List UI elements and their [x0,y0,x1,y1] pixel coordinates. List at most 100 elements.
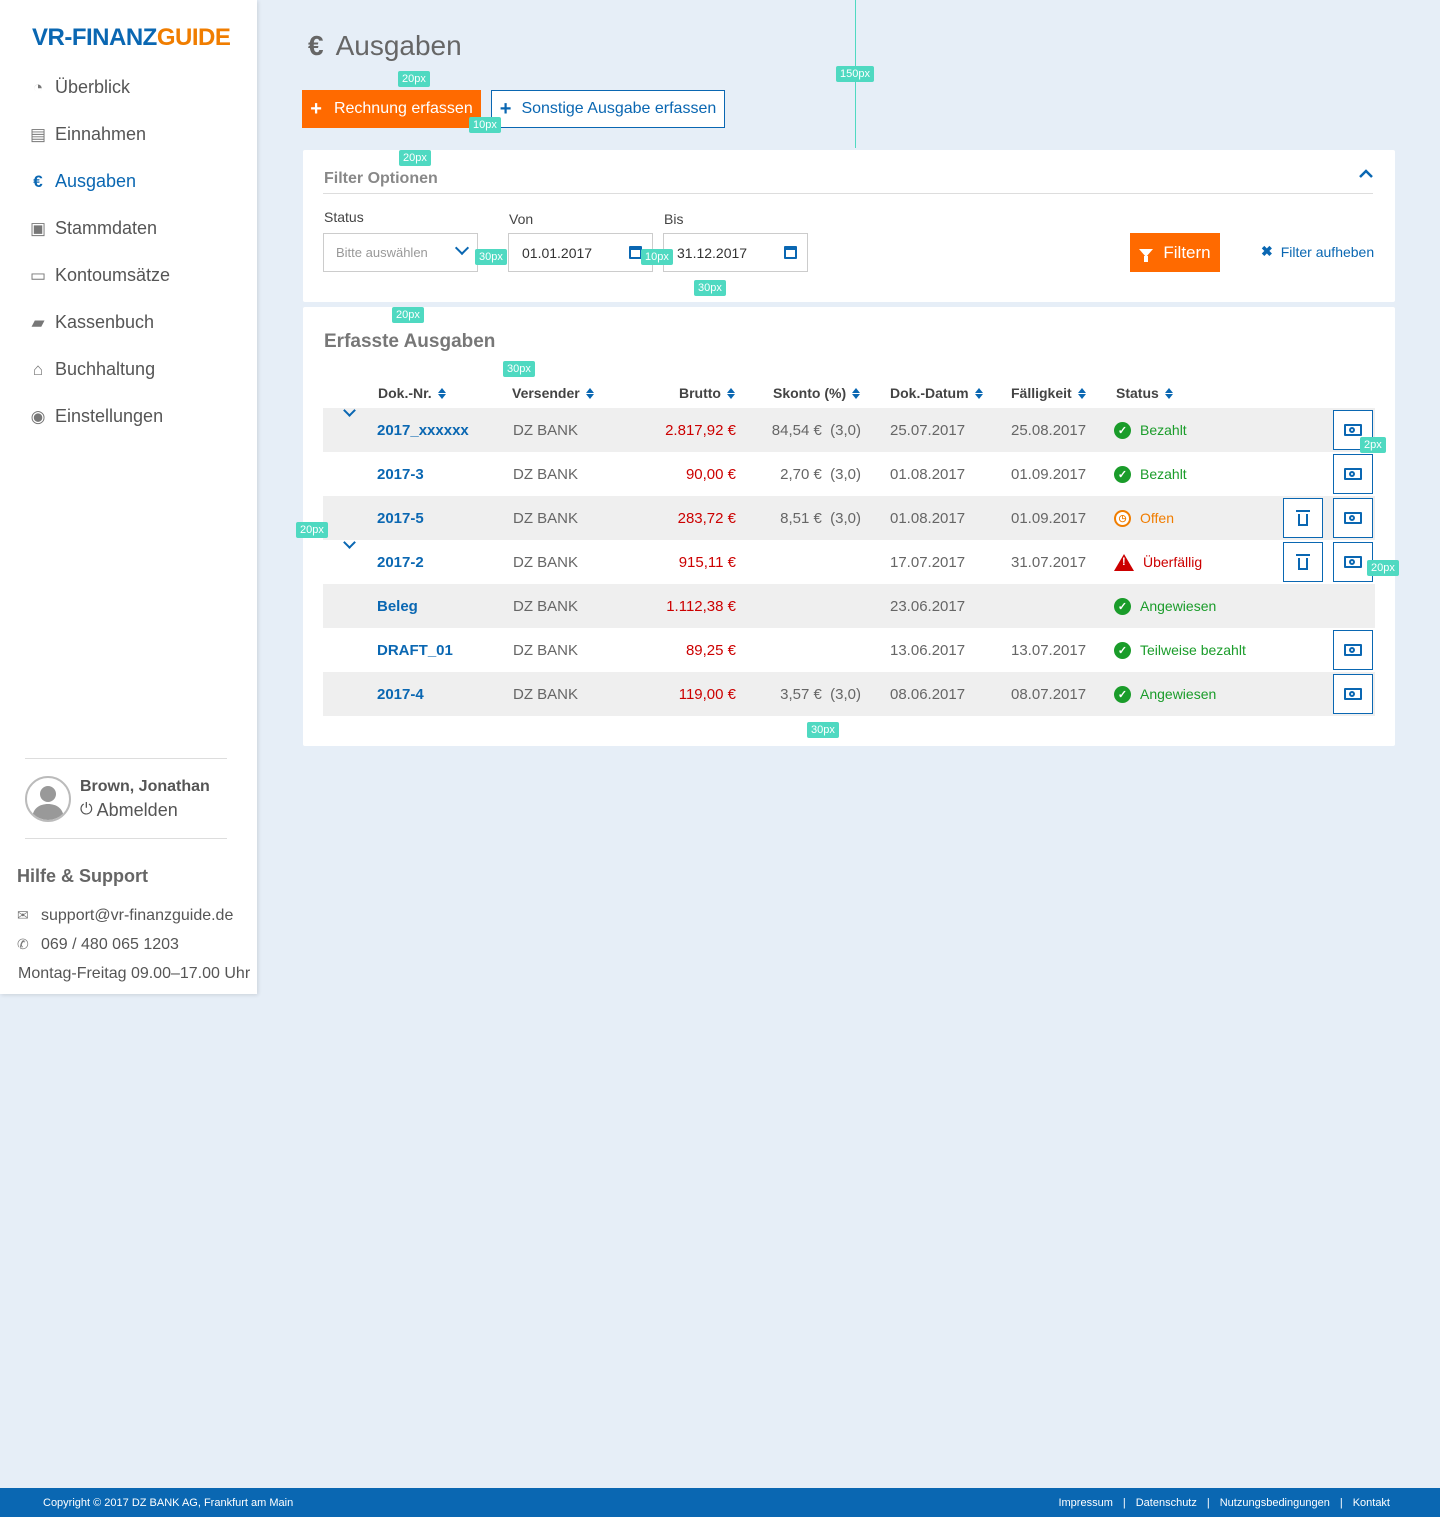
doknr-link[interactable]: 2017-3 [377,452,424,496]
column-label: Dok.-Nr. [378,385,432,401]
money-icon [1344,468,1362,480]
nav-label: Ausgaben [55,171,137,191]
warning-icon [1114,553,1134,571]
due-date: 01.09.2017 [1011,509,1087,527]
copyright: Copyright © 2017 DZ BANK AG, Frankfurt a… [43,1496,294,1509]
from-date-input[interactable]: 01.01.2017 [508,233,653,272]
phone-icon: ✆ [17,936,29,952]
help-email[interactable]: ✉ support@vr-finanzguide.de [17,901,250,930]
nav-item-ausgaben[interactable]: € Ausgaben [0,158,257,205]
payment-button[interactable] [1333,498,1373,538]
footer-link-kontakt[interactable]: Kontakt [1353,1497,1390,1509]
filter-button[interactable]: Filtern [1130,233,1220,272]
column-header-faelligkeit[interactable]: Fälligkeit [1011,385,1086,401]
doknr-link[interactable]: 2017-2 [377,540,424,584]
calendar-icon[interactable] [784,246,797,259]
table-row[interactable]: 2017-5 DZ BANK 283,72 € 8,51 € (3,0) 01.… [323,496,1375,540]
table-row[interactable]: 2017-2 DZ BANK 915,11 € 17.07.2017 31.07… [323,536,1375,584]
filter-button-label: Filtern [1163,242,1211,262]
discount: 3,57 € (3,0) [780,685,861,703]
status-badge: Überfällig [1114,540,1202,584]
euro-icon: € [308,30,324,61]
avatar [25,776,71,822]
power-icon: ⏻ [80,801,93,818]
column-header-dokdatum[interactable]: Dok.-Datum [890,385,983,401]
footer-link-nutzungsbedingungen[interactable]: Nutzungsbedingungen [1220,1497,1330,1509]
footer-link-datenschutz[interactable]: Datenschutz [1136,1497,1197,1509]
doknr-link[interactable]: 2017-4 [377,672,424,716]
doknr-link[interactable]: 2017-5 [377,496,424,540]
expand-chevron-icon[interactable] [343,536,356,550]
sort-icon [437,387,446,399]
table-row[interactable]: 2017-3 DZ BANK 90,00 € 2,70 € (3,0) 01.0… [323,452,1375,496]
add-invoice-button[interactable]: + Rechnung erfassen [302,90,481,128]
table-row[interactable]: 2017-4 DZ BANK 119,00 € 3,57 € (3,0) 08.… [323,672,1375,716]
column-header-doknr[interactable]: Dok.-Nr. [378,385,446,401]
sender: DZ BANK [513,465,579,483]
measure-tag: 30px [807,722,839,738]
column-header-versender[interactable]: Versender [512,385,594,401]
sort-icon [1164,387,1173,399]
measure-tag: 20px [398,71,430,87]
main-nav: ◔ Überblick ▤ Einnahmen € Ausgaben ▣ Stammda… [0,64,257,440]
nav-item-kassenbuch[interactable]: ▰ Kassenbuch [0,299,257,346]
funnel-icon [1139,248,1154,262]
status-badge: ✓ Angewiesen [1114,672,1216,716]
divider [323,193,1373,194]
money-icon [1344,644,1362,656]
help-phone: ✆ 069 / 480 065 1203 [17,930,250,959]
delete-button[interactable] [1283,498,1323,538]
nav-label: Einnahmen [55,124,147,144]
contact-book-icon: ▣ [29,218,47,238]
column-header-status[interactable]: Status [1116,385,1173,401]
expense-table: 2017_xxxxxx DZ BANK 2.817,92 € 84,54 € (… [323,404,1375,716]
doc-date: 25.07.2017 [890,421,966,439]
footer-separator: | [1206,1496,1210,1509]
gross-amount: 1.112,38 € [666,597,736,615]
nav-item-stammdaten[interactable]: ▣ Stammdaten [0,205,257,252]
payment-button[interactable] [1333,674,1373,714]
nav-label: Kontoumsätze [55,265,171,285]
status-badge: ◷ Offen [1114,496,1174,540]
measure-tag: 20px [399,150,431,166]
expand-chevron-icon[interactable] [343,404,356,418]
nav-item-einnahmen[interactable]: ▤ Einnahmen [0,111,257,158]
credit-card-icon: ▭ [29,265,47,285]
column-header-skonto[interactable]: Skonto (%) [773,385,861,401]
nav-label: Einstellungen [55,406,164,426]
nav-item-einstellungen[interactable]: ◉ Einstellungen [0,393,257,440]
user-panel: Brown, Jonathan ⏻ Abmelden [25,776,210,822]
table-row[interactable]: DRAFT_01 DZ BANK 89,25 € 13.06.2017 13.0… [323,628,1375,672]
nav-item-ueberblick[interactable]: ◔ Überblick [0,64,257,111]
delete-button[interactable] [1283,542,1323,582]
column-header-brutto[interactable]: Brutto [679,385,735,401]
gross-amount: 915,11 € [678,553,736,571]
envelope-icon: ✉ [17,907,29,923]
table-row[interactable]: Beleg DZ BANK 1.112,38 € 23.06.2017 ✓ Ang… [323,584,1375,628]
footer: Copyright © 2017 DZ BANK AG, Frankfurt a… [0,1488,1440,1517]
nav-item-buchhaltung[interactable]: ⌂ Buchhaltung [0,346,257,393]
doknr-link[interactable]: 2017_xxxxxx [377,408,469,452]
add-other-expense-button[interactable]: + Sonstige Ausgabe erfassen [491,90,725,128]
doknr-link[interactable]: Beleg [377,584,418,628]
payment-button[interactable] [1333,454,1373,494]
logo[interactable]: VR-FINANZGUIDE [32,24,231,52]
doknr-link[interactable]: DRAFT_01 [377,628,453,672]
table-row[interactable]: 2017_xxxxxx DZ BANK 2.817,92 € 84,54 € (… [323,404,1375,452]
clock-icon: ◷ [1114,509,1131,527]
column-label: Skonto (%) [773,385,847,401]
reset-filter-link[interactable]: ✖ Filter aufheben [1261,243,1374,260]
divider [25,838,227,839]
column-label: Fälligkeit [1011,385,1072,401]
payment-button[interactable] [1333,630,1373,670]
logout-link[interactable]: ⏻ Abmelden [80,800,210,821]
nav-label: Buchhaltung [55,359,156,379]
discount: 2,70 € (3,0) [780,465,861,483]
sort-icon [1077,387,1086,399]
footer-link-impressum[interactable]: Impressum [1058,1497,1112,1509]
to-date-input[interactable]: 31.12.2017 [663,233,808,272]
check-circle-icon: ✓ [1114,421,1131,439]
chevron-up-icon[interactable] [1359,166,1373,182]
nav-item-kontoumsaetze[interactable]: ▭ Kontoumsätze [0,252,257,299]
status-select[interactable]: Bitte auswählen [323,233,478,272]
